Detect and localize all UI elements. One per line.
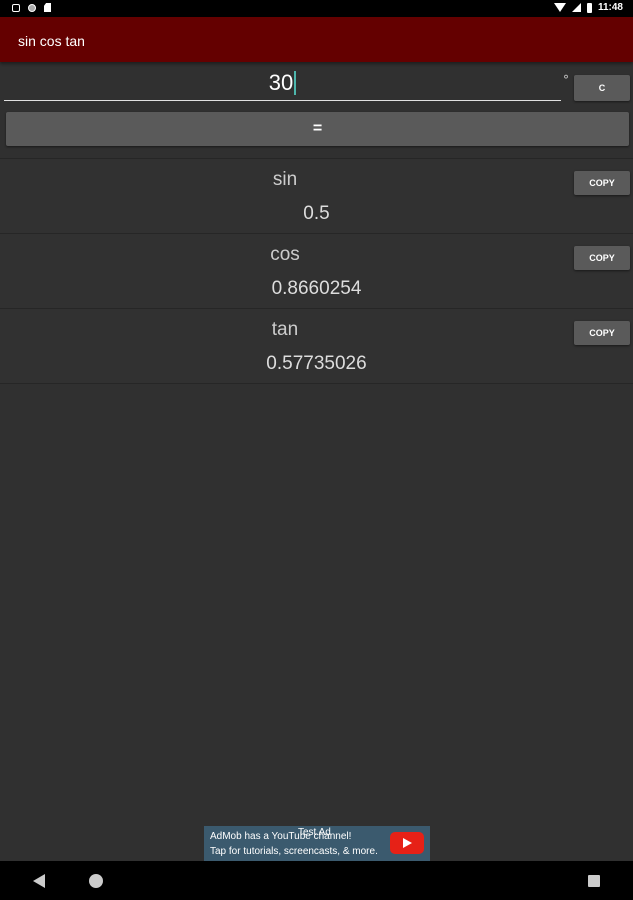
result-name: sin — [272, 169, 298, 190]
home-icon[interactable] — [89, 874, 103, 888]
text-cursor — [294, 71, 297, 95]
back-icon[interactable] — [33, 874, 45, 888]
ad-line-2: Tap for tutorials, screencasts, & more. — [210, 846, 378, 857]
recent-apps-icon[interactable] — [588, 875, 600, 887]
result-value: 0.57735026 — [266, 353, 367, 374]
youtube-icon — [390, 832, 424, 854]
result-name: cos — [270, 244, 300, 265]
sync-icon — [28, 3, 36, 12]
wifi-icon — [553, 3, 566, 12]
navigation-bar — [0, 861, 633, 900]
status-bar: 11:48 — [0, 0, 633, 17]
notification-icon — [12, 3, 20, 12]
result-row-tan: tan 0.57735026 COPY — [0, 308, 633, 384]
result-row-cos: cos 0.8660254 COPY — [0, 233, 633, 308]
angle-input-value: 30 — [268, 70, 294, 95]
result-value: 0.8660254 — [271, 278, 362, 299]
clear-button[interactable]: C — [574, 75, 630, 101]
copy-tan-button[interactable]: COPY — [574, 321, 630, 345]
ad-banner[interactable]: AdMob has a YouTube channel! Tap for tut… — [204, 826, 430, 861]
app-bar: sin cos tan — [0, 17, 633, 62]
result-name: tan — [271, 319, 299, 340]
result-value: 0.5 — [303, 203, 330, 224]
sd-card-icon — [44, 3, 51, 12]
signal-icon — [571, 3, 581, 12]
angle-input[interactable]: 30 — [4, 66, 561, 101]
status-time: 11:48 — [597, 2, 623, 13]
copy-cos-button[interactable]: COPY — [574, 246, 630, 270]
degree-symbol: ° — [563, 73, 569, 87]
battery-icon — [586, 2, 592, 13]
ad-label: Test Ad — [298, 827, 331, 838]
result-row-sin: sin 0.5 COPY — [0, 158, 633, 233]
app-title: sin cos tan — [18, 33, 85, 49]
copy-sin-button[interactable]: COPY — [574, 171, 630, 195]
equals-button[interactable]: = — [6, 112, 629, 146]
